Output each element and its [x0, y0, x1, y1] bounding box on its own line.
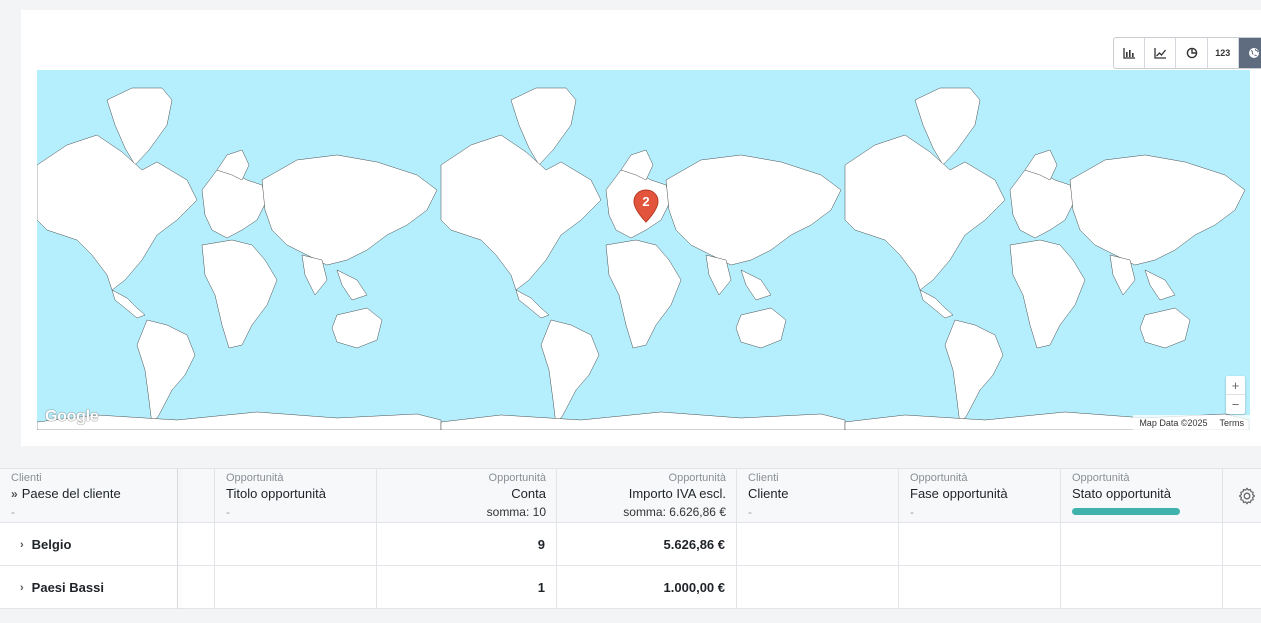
- column-spacer: [178, 469, 215, 523]
- globe-icon: [1249, 48, 1260, 58]
- column-header-opportunity-title[interactable]: Opportunità Titolo opportunità -: [215, 469, 377, 523]
- column-group: Clienti: [748, 472, 779, 484]
- bar-chart-button[interactable]: [1114, 38, 1146, 68]
- expand-all-icon[interactable]: »: [11, 487, 18, 501]
- expand-row-icon[interactable]: ›: [20, 582, 24, 594]
- number-button-label: 123: [1215, 48, 1231, 58]
- column-sum: somma: 6.626,86 €: [623, 505, 726, 519]
- column-header-status[interactable]: Opportunità Stato opportunità: [1061, 469, 1223, 523]
- gear-icon[interactable]: [1237, 486, 1257, 506]
- line-chart-button[interactable]: [1145, 38, 1177, 68]
- customer-cell: [737, 523, 899, 566]
- column-header-country[interactable]: Clienti » Paese del cliente -: [0, 469, 178, 523]
- world-map[interactable]: 2 Google + − Map Data ©2025 Terms: [37, 70, 1250, 430]
- column-group: Clienti: [11, 472, 42, 484]
- column-title: Importo IVA escl.: [628, 486, 726, 501]
- bar-chart-icon: [1123, 47, 1136, 59]
- frozen-column-divider: [177, 469, 178, 610]
- column-header-count[interactable]: Opportunità Conta somma: 10: [377, 469, 557, 523]
- cluster-marker[interactable]: 2: [633, 189, 659, 223]
- phase-cell: [899, 523, 1061, 566]
- zoom-in-button[interactable]: +: [1226, 376, 1245, 395]
- number-button[interactable]: 123: [1208, 38, 1239, 68]
- title-cell: [215, 566, 377, 609]
- column-group: Opportunità: [1072, 472, 1130, 484]
- column-group: Opportunità: [668, 472, 726, 484]
- column-sum: somma: 10: [486, 505, 546, 519]
- spacer-cell: [178, 523, 215, 566]
- map-button[interactable]: [1238, 38, 1261, 68]
- map-attribution: Map Data ©2025 Terms: [1133, 415, 1250, 430]
- amount-cell: 1.000,00 €: [557, 566, 737, 609]
- page-bottom: [0, 609, 1261, 623]
- column-sub: -: [226, 505, 230, 519]
- country-name: Paesi Bassi: [31, 580, 104, 595]
- column-title: Conta: [511, 486, 546, 501]
- terms-link[interactable]: Terms: [1214, 418, 1251, 428]
- pie-chart-button[interactable]: [1176, 38, 1208, 68]
- column-header-amount[interactable]: Opportunità Importo IVA escl. somma: 6.6…: [557, 469, 737, 523]
- visualization-toolbar: 123: [1113, 37, 1261, 69]
- column-title: Titolo opportunità: [226, 486, 326, 501]
- google-logo: Google: [45, 408, 99, 425]
- column-title: Fase opportunità: [910, 486, 1008, 501]
- column-header-customer[interactable]: Clienti Cliente -: [737, 469, 899, 523]
- line-chart-icon: [1154, 47, 1167, 59]
- column-sub: -: [910, 505, 914, 519]
- cluster-count: 2: [642, 194, 650, 209]
- table-header: Clienti » Paese del cliente - Opportunità…: [0, 469, 1261, 523]
- title-cell: [215, 523, 377, 566]
- column-sub: -: [11, 505, 15, 519]
- column-sub: -: [748, 505, 752, 519]
- map-data-credit: Map Data ©2025: [1139, 417, 1208, 428]
- country-cell: › Belgio: [0, 523, 178, 566]
- count-cell: 9: [377, 523, 557, 566]
- customer-cell: [737, 566, 899, 609]
- phase-cell: [899, 566, 1061, 609]
- status-cell: [1061, 523, 1223, 566]
- column-title: Stato opportunità: [1072, 486, 1172, 501]
- expand-row-icon[interactable]: ›: [20, 539, 24, 551]
- status-cell: [1061, 566, 1223, 609]
- column-group: Opportunità: [910, 472, 968, 484]
- pivot-table: Clienti » Paese del cliente - Opportunità…: [0, 468, 1261, 610]
- table-row[interactable]: › Belgio 9 5.626,86 €: [0, 523, 1261, 566]
- column-group: Opportunità: [226, 472, 284, 484]
- status-distribution-bar: [1072, 508, 1180, 515]
- zoom-control: + −: [1226, 376, 1245, 414]
- country-name: Belgio: [31, 537, 72, 552]
- column-group: Opportunità: [488, 472, 546, 484]
- column-title: Paese del cliente: [21, 486, 121, 501]
- spacer-cell: [178, 566, 215, 609]
- table-row[interactable]: › Paesi Bassi 1 1.000,00 €: [0, 566, 1261, 609]
- amount-cell: 5.626,86 €: [557, 523, 737, 566]
- zoom-out-button[interactable]: −: [1226, 395, 1245, 414]
- count-cell: 1: [377, 566, 557, 609]
- column-title: Cliente: [748, 486, 789, 501]
- world-map-landmasses: [37, 87, 1250, 430]
- country-cell: › Paesi Bassi: [0, 566, 178, 609]
- pie-chart-icon: [1186, 47, 1197, 59]
- column-header-phase[interactable]: Opportunità Fase opportunità -: [899, 469, 1061, 523]
